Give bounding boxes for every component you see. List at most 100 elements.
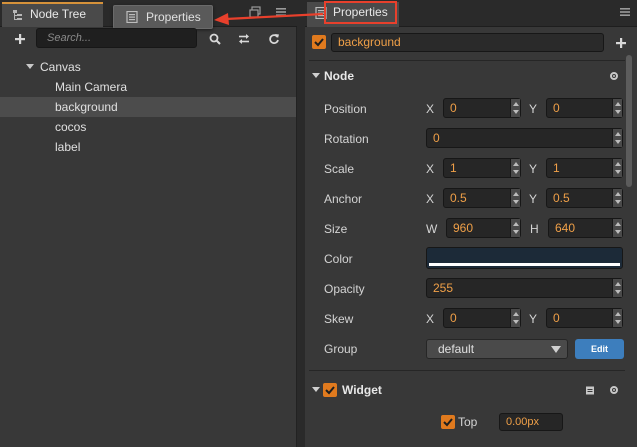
skew-y-input[interactable]: 0	[546, 308, 623, 328]
gear-icon[interactable]	[609, 385, 619, 395]
clipboard-icon[interactable]	[585, 385, 595, 395]
stepper-icon[interactable]	[612, 159, 622, 177]
opacity-value: 255	[433, 281, 454, 295]
properties-icon	[126, 11, 138, 23]
node-section-header[interactable]: Node	[305, 63, 626, 89]
node-active-checkbox[interactable]	[312, 35, 326, 49]
stepper-icon[interactable]	[612, 189, 622, 207]
divider	[309, 370, 625, 371]
position-x-label: X	[426, 102, 435, 116]
stepper-icon[interactable]	[510, 159, 520, 177]
stepper-icon[interactable]	[612, 219, 622, 237]
stepper-icon[interactable]	[510, 219, 520, 237]
node-tree-panel: Node Tree Properties Search... Canvas Ma…	[0, 0, 297, 447]
size-label: Size	[324, 222, 348, 236]
skew-y-label: Y	[529, 312, 538, 326]
stepper-icon[interactable]	[612, 129, 622, 147]
scale-y-input[interactable]: 1	[546, 158, 623, 178]
position-y-input[interactable]: 0	[546, 98, 623, 118]
position-x-input[interactable]: 0	[443, 98, 521, 118]
size-w-label: W	[426, 222, 438, 236]
refresh-icon[interactable]	[268, 33, 280, 45]
tree-item-label: background	[55, 100, 118, 114]
tree-item-canvas[interactable]: Canvas	[0, 57, 296, 77]
tab-node-tree-label: Node Tree	[30, 7, 87, 21]
tree-item-label: Main Camera	[55, 80, 128, 94]
scrollbar-thumb[interactable]	[626, 55, 632, 187]
maximize-icon[interactable]	[249, 6, 261, 18]
scale-label: Scale	[324, 162, 355, 176]
stepper-icon[interactable]	[510, 309, 520, 327]
group-select[interactable]: default	[426, 339, 568, 359]
anchor-y-value: 0.5	[553, 191, 570, 205]
anchor-x-label: X	[426, 192, 435, 206]
search-icon[interactable]	[209, 33, 221, 45]
anchor-x-input[interactable]: 0.5	[443, 188, 521, 208]
anchor-y-label: Y	[529, 192, 538, 206]
collapse-arrow-icon[interactable]	[312, 73, 320, 78]
node-tree-toolbar: Search...	[0, 27, 297, 53]
tree-item-cocos[interactable]: cocos	[0, 117, 296, 137]
position-label: Position	[324, 102, 367, 116]
menu-icon[interactable]	[619, 6, 631, 18]
scale-x-input[interactable]: 1	[443, 158, 521, 178]
add-icon[interactable]	[14, 33, 26, 45]
color-label: Color	[324, 252, 353, 266]
group-value: default	[438, 342, 475, 356]
divider	[309, 60, 625, 61]
widget-top-input[interactable]: 0.00px	[499, 413, 563, 431]
widget-section-header[interactable]: Widget	[305, 377, 626, 403]
collapse-arrow-icon[interactable]	[312, 387, 320, 392]
size-h-label: H	[530, 222, 539, 236]
widget-enabled-checkbox[interactable]	[323, 383, 337, 397]
highlight-box	[324, 1, 397, 24]
properties-panel: Properties background Node Position X 0 …	[305, 0, 637, 447]
anchor-x-value: 0.5	[450, 191, 467, 205]
node-name-input[interactable]: background	[331, 33, 604, 52]
stepper-icon[interactable]	[510, 189, 520, 207]
properties-tabbar: Properties	[305, 0, 637, 27]
opacity-label: Opacity	[324, 282, 365, 296]
skew-x-value: 0	[450, 311, 457, 325]
color-swatch[interactable]	[426, 247, 623, 269]
scale-y-label: Y	[529, 162, 538, 176]
menu-icon[interactable]	[275, 6, 287, 18]
stepper-icon[interactable]	[510, 99, 520, 117]
search-input[interactable]: Search...	[36, 28, 197, 48]
widget-top-label: Top	[458, 415, 478, 429]
skew-x-label: X	[426, 312, 435, 326]
skew-y-value: 0	[553, 311, 560, 325]
rotation-input[interactable]: 0	[426, 128, 623, 148]
dragged-properties-tab[interactable]: Properties	[113, 5, 213, 29]
node-tree-tabbar: Node Tree Properties	[0, 0, 297, 29]
widget-top-checkbox[interactable]	[441, 415, 455, 429]
edit-group-button[interactable]: Edit	[575, 339, 624, 359]
opacity-input[interactable]: 255	[426, 278, 623, 298]
tree-item-label: Canvas	[40, 60, 81, 74]
check-icon	[443, 418, 453, 427]
alpha-bar	[429, 263, 620, 266]
size-h-input[interactable]: 640	[548, 218, 623, 238]
tab-node-tree[interactable]: Node Tree	[2, 2, 103, 27]
position-y-value: 0	[553, 101, 560, 115]
skew-label: Skew	[324, 312, 354, 326]
dragged-properties-tab-label: Properties	[146, 10, 201, 24]
swap-icon[interactable]	[238, 33, 250, 45]
group-label: Group	[324, 342, 358, 356]
stepper-icon[interactable]	[612, 309, 622, 327]
size-w-value: 960	[453, 221, 474, 235]
anchor-y-input[interactable]: 0.5	[546, 188, 623, 208]
size-w-input[interactable]: 960	[446, 218, 521, 238]
check-icon	[325, 386, 335, 395]
add-component-icon[interactable]	[615, 37, 627, 49]
tree-item-label-node[interactable]: label	[0, 137, 296, 157]
tree-item-main-camera[interactable]: Main Camera	[0, 77, 296, 97]
stepper-icon[interactable]	[612, 99, 622, 117]
tree-icon	[13, 10, 22, 20]
gear-icon[interactable]	[609, 71, 619, 81]
stepper-icon[interactable]	[612, 279, 622, 297]
skew-x-input[interactable]: 0	[443, 308, 521, 328]
tree-item-background[interactable]: background	[0, 97, 296, 117]
scale-x-value: 1	[450, 161, 457, 175]
expand-arrow-icon[interactable]	[26, 64, 34, 69]
